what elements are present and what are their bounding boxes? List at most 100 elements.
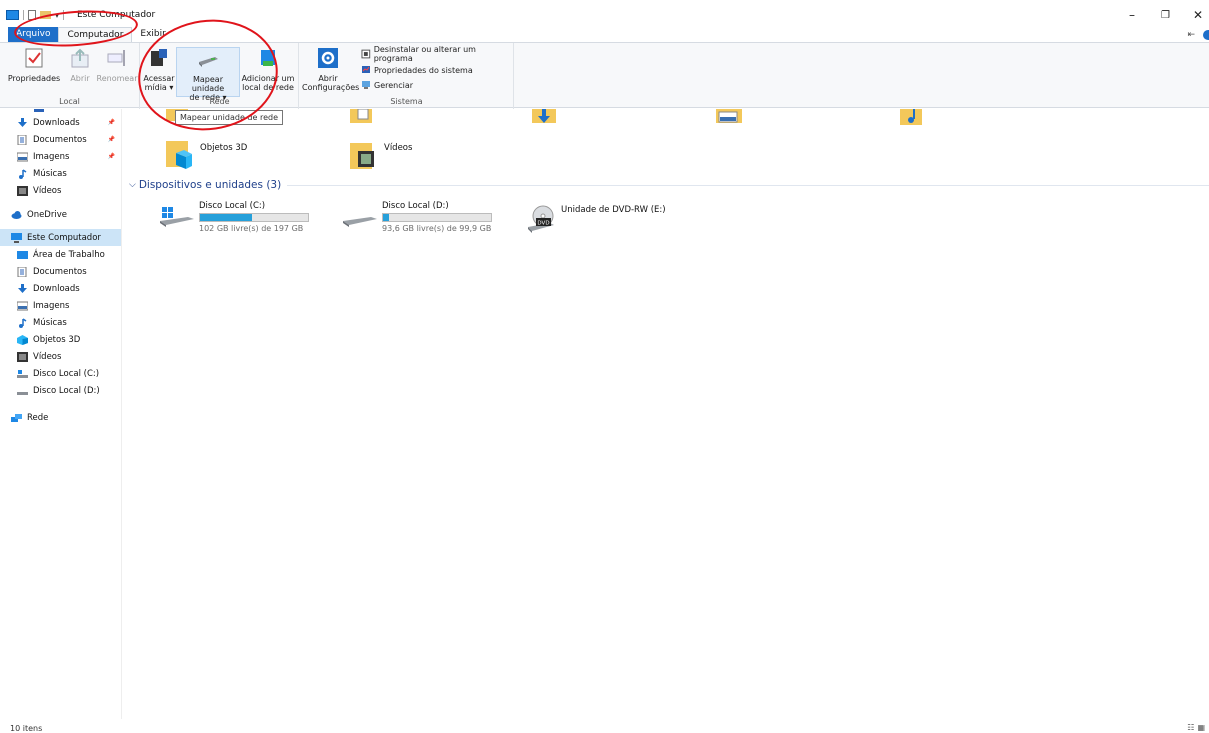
nav-label: Vídeos [33, 351, 62, 362]
open-button[interactable]: Abrir [66, 47, 94, 83]
open-settings-label-2: Configurações [302, 83, 360, 92]
drive-usage-bar [199, 213, 309, 222]
nav-label: Disco Local (C:) [33, 368, 100, 379]
nav-item-network[interactable]: Rede [0, 409, 121, 426]
devices-section-header[interactable]: ⌵ Dispositivos e unidades (3) [129, 179, 1209, 191]
rename-icon [107, 50, 125, 66]
nav-label: Documentos [33, 134, 87, 145]
open-label: Abrir [70, 74, 90, 83]
nav-item-onedrive[interactable]: OneDrive [0, 206, 121, 223]
status-item-count: 10 itens [10, 724, 43, 733]
drive-d-icon [17, 391, 28, 395]
nav-label: Vídeos [33, 185, 62, 196]
view-buttons: ☷ ▦ [1187, 723, 1205, 732]
drive-c[interactable]: Disco Local (C:) 102 GB livre(s) de 197 … [160, 201, 309, 233]
videos-icon [17, 351, 28, 362]
desktop-icon [17, 250, 28, 259]
nav-item-videos-quick[interactable]: Vídeos [0, 182, 121, 199]
documents-folder-icon [350, 109, 372, 123]
nav-item-this-pc[interactable]: Este Computador [0, 229, 121, 246]
drive-name: Disco Local (D:) [382, 201, 449, 211]
pin-icon[interactable]: 📌 [108, 119, 115, 126]
nav-label: Este Computador [27, 232, 101, 243]
drive-free-space: 102 GB livre(s) de 197 GB [199, 224, 304, 233]
nav-item-videos[interactable]: Vídeos [0, 348, 121, 365]
nav-label: Área de Trabalho [33, 249, 105, 260]
minimize-button[interactable]: – [1129, 8, 1135, 22]
nav-item-documents[interactable]: Documentos [0, 263, 121, 280]
music-folder-icon [900, 109, 922, 125]
content-pane: Objetos 3D Vídeos ⌵ Dispositivos e unida… [122, 109, 1209, 719]
nav-label: Músicas [33, 317, 67, 328]
nav-item-downloads[interactable]: Downloads [0, 280, 121, 297]
uninstall-program-button[interactable]: Desinstalar ou alterar um programa [361, 45, 513, 63]
network-icon [11, 413, 22, 422]
restore-button[interactable]: ❐ [1161, 10, 1170, 21]
nav-item-downloads-pinned[interactable]: Downloads 📌 [0, 114, 121, 131]
3d-objects-folder-icon [166, 141, 192, 169]
drive-c-windows-icon [160, 207, 194, 227]
rename-button[interactable]: Renomear [96, 47, 138, 83]
details-view-icon[interactable]: ☷ [1187, 723, 1194, 732]
pictures-folder-icon [716, 109, 742, 123]
collapse-chevron-icon[interactable]: ⌵ [129, 180, 136, 190]
downloads-folder-icon [532, 109, 556, 123]
system-properties-label: Propriedades do sistema [374, 65, 473, 75]
pictures-icon [17, 301, 28, 310]
drive-d[interactable]: Disco Local (D:) 93,6 GB livre(s) de 99,… [343, 201, 492, 233]
group-sistema: Abrir Configurações Desinstalar ou alter… [300, 43, 514, 109]
folder-videos[interactable]: Vídeos [350, 141, 412, 171]
3d-objects-icon [17, 334, 28, 345]
nav-label: Imagens [33, 300, 70, 311]
system-properties-button[interactable]: Propriedades do sistema [361, 64, 473, 76]
nav-item-pictures[interactable]: Imagens [0, 297, 121, 314]
properties-label: Propriedades [7, 74, 61, 83]
large-icons-view-icon[interactable]: ▦ [1197, 723, 1205, 732]
section-divider [287, 184, 1209, 186]
folder-3d-objects[interactable]: Objetos 3D [166, 141, 247, 171]
uninstall-label: Desinstalar ou alterar um programa [373, 45, 476, 63]
videos-icon [17, 185, 28, 196]
onedrive-icon [11, 210, 22, 219]
pin-icon[interactable]: 📌 [108, 153, 115, 160]
group-label-sistema: Sistema [390, 97, 423, 106]
nav-item-pictures-pinned[interactable]: Imagens 📌 [0, 148, 121, 165]
nav-item-3d-objects[interactable]: Objetos 3D [0, 331, 121, 348]
documents-icon [17, 266, 27, 277]
nav-label: Imagens [33, 151, 70, 162]
manage-icon [362, 81, 370, 89]
music-icon [19, 317, 27, 328]
documents-icon [17, 134, 27, 145]
expand-ribbon-icon[interactable]: ⇤ [1187, 30, 1195, 40]
manage-label: Gerenciar [374, 80, 414, 90]
pin-icon[interactable]: 📌 [108, 136, 115, 143]
properties-button[interactable]: Propriedades [6, 47, 62, 83]
nav-item-music-quick[interactable]: Músicas [0, 165, 121, 182]
nav-item-drive-c[interactable]: Disco Local (C:) [0, 365, 121, 382]
nav-item-drive-d[interactable]: Disco Local (D:) [0, 382, 121, 399]
folder-label: Vídeos [384, 143, 413, 153]
manage-button[interactable]: Gerenciar [361, 79, 413, 91]
devices-section-title: Dispositivos e unidades (3) [138, 179, 282, 191]
nav-label: Músicas [33, 168, 67, 179]
drive-c-info: Disco Local (C:) 102 GB livre(s) de 197 … [199, 201, 309, 233]
drive-dvd[interactable]: DVD Unidade de DVD-RW (E:) [526, 205, 666, 235]
drive-d-icon [343, 217, 377, 227]
music-icon [19, 168, 27, 179]
drive-free-space: 93,6 GB livre(s) de 99,9 GB [382, 224, 492, 233]
drive-usage-fill [200, 214, 252, 221]
title-bar: ▾ Este Computador – ❐ ✕ [0, 0, 1209, 26]
nav-item-desktop[interactable]: Área de Trabalho [0, 246, 121, 263]
folder-label: Objetos 3D [200, 143, 248, 153]
open-settings-button[interactable]: Abrir Configurações [302, 47, 360, 92]
nav-item-music[interactable]: Músicas [0, 314, 121, 331]
close-button[interactable]: ✕ [1193, 8, 1203, 22]
drive-usage-bar [382, 213, 492, 222]
drive-name: Unidade de DVD-RW (E:) [561, 205, 666, 215]
download-icon [18, 283, 27, 293]
nav-item-documents-pinned[interactable]: Documentos 📌 [0, 131, 121, 148]
uninstall-icon [361, 49, 371, 59]
group-label-local: Local [59, 97, 80, 106]
separator [23, 10, 24, 20]
help-icon[interactable] [1203, 30, 1209, 40]
